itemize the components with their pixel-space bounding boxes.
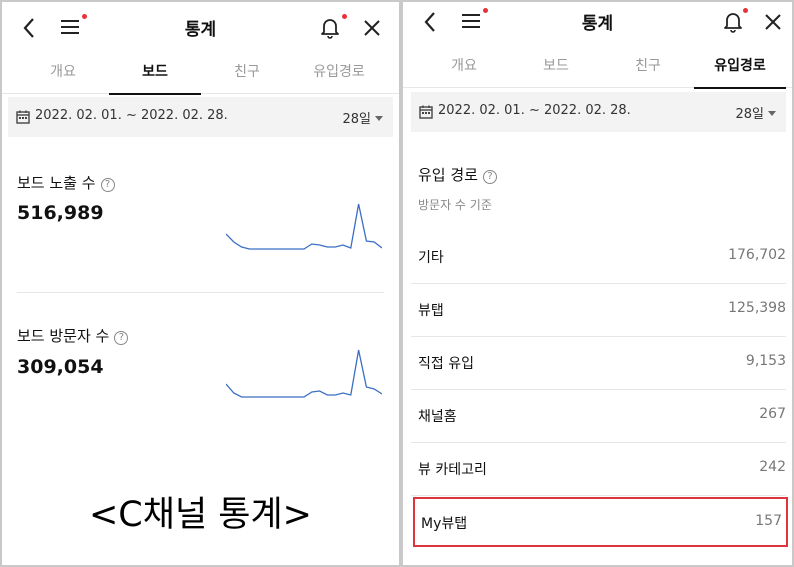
bell-icon[interactable] <box>723 11 743 33</box>
row-label: 뷰 카테고리 <box>418 462 487 478</box>
help-icon[interactable]: ? <box>100 178 115 192</box>
row-label: 기타 <box>418 250 444 266</box>
caption: <C채널 통계> <box>88 495 313 535</box>
tab-bar: 개요 보드 친구 유입경로 <box>403 48 792 89</box>
bell-notification-dot <box>342 14 347 19</box>
row-value: 176,702 <box>728 247 786 263</box>
sparkline-path <box>226 349 382 398</box>
left-panel: 통계 개요 보드 친구 유입경로 2022. 02. 01. ~ 2022. 0… <box>2 2 399 565</box>
sparkline-path <box>226 203 382 250</box>
date-filter-bar[interactable]: 2022. 02. 01. ~ 2022. 02. 28. 28일 <box>411 92 786 132</box>
tab-overview[interactable]: 개요 <box>418 48 510 88</box>
period-dropdown[interactable]: 28일 <box>342 108 383 127</box>
list-item: 기타 176,702 <box>411 231 786 284</box>
date-filter-bar[interactable]: 2022. 02. 01. ~ 2022. 02. 28. 28일 <box>8 97 393 137</box>
calendar-icon <box>16 110 30 124</box>
board-visitors-value: 309,054 <box>17 356 104 378</box>
list-item-highlighted: My뷰탭 157 <box>413 497 788 547</box>
date-range-text: 2022. 02. 01. ~ 2022. 02. 28. <box>438 103 631 118</box>
close-icon[interactable] <box>764 13 782 31</box>
list-item: 뷰 카테고리 242 <box>411 443 786 496</box>
board-impressions-label: 보드 노출 수? <box>17 172 115 193</box>
list-item: 뷰탭 125,398 <box>411 284 786 337</box>
row-label: 채널홈 <box>418 409 457 425</box>
section-subtitle: 방문자 수 기준 <box>418 198 492 212</box>
calendar-icon <box>419 105 433 119</box>
divider <box>17 292 384 293</box>
tab-board[interactable]: 보드 <box>109 54 201 95</box>
board-impressions-sparkline <box>226 203 382 250</box>
tab-friends[interactable]: 친구 <box>602 48 694 88</box>
tab-inflow[interactable]: 유입경로 <box>694 48 786 89</box>
tab-overview[interactable]: 개요 <box>17 54 109 94</box>
help-icon[interactable]: ? <box>482 170 497 184</box>
row-value: 157 <box>755 513 782 529</box>
row-label: 직접 유입 <box>418 356 474 372</box>
row-value: 125,398 <box>728 300 786 316</box>
tab-board[interactable]: 보드 <box>510 48 602 88</box>
row-value: 267 <box>759 406 786 422</box>
tab-friends[interactable]: 친구 <box>201 54 293 94</box>
tab-bar: 개요 보드 친구 유입경로 <box>2 54 399 95</box>
bell-notification-dot <box>743 8 748 13</box>
top-bar: 통계 <box>2 2 399 52</box>
close-icon[interactable] <box>363 19 381 37</box>
board-visitors-label: 보드 방문자 수? <box>17 325 129 346</box>
row-value: 242 <box>759 459 786 475</box>
help-icon[interactable]: ? <box>114 331 129 345</box>
board-visitors-sparkline <box>226 349 382 398</box>
section-title: 유입 경로? <box>418 164 497 185</box>
tab-inflow[interactable]: 유입경로 <box>293 54 385 94</box>
period-dropdown[interactable]: 28일 <box>735 103 776 122</box>
date-range-text: 2022. 02. 01. ~ 2022. 02. 28. <box>35 108 228 123</box>
row-label: My뷰탭 <box>421 516 468 532</box>
bell-icon[interactable] <box>320 17 340 39</box>
top-bar: 통계 <box>403 2 792 52</box>
row-value: 9,153 <box>745 353 786 369</box>
row-label: 뷰탭 <box>418 303 444 319</box>
right-panel: 통계 개요 보드 친구 유입경로 2022. 02. 01. ~ 2022. 0… <box>403 2 792 565</box>
list-item: 직접 유입 9,153 <box>411 337 786 390</box>
board-impressions-value: 516,989 <box>17 202 104 224</box>
list-item: 채널홈 267 <box>411 390 786 443</box>
